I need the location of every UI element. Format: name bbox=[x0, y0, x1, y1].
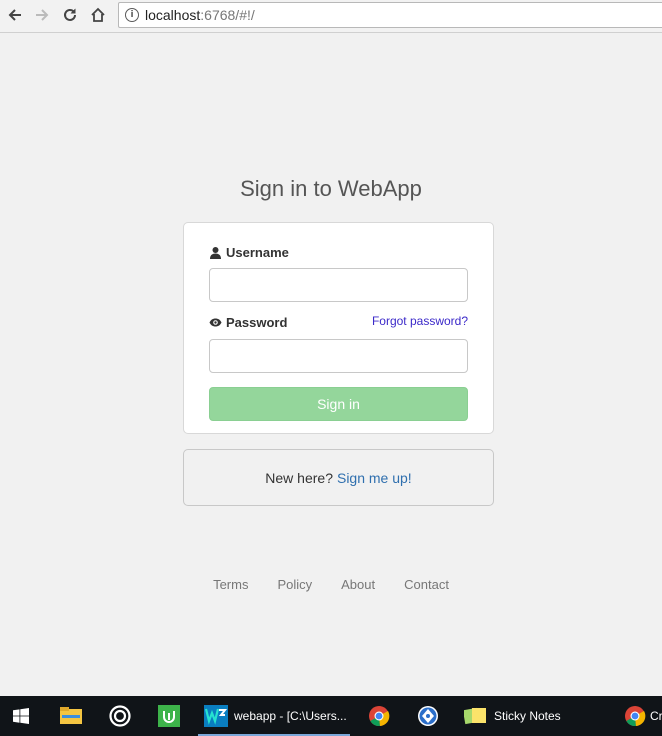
back-arrow-icon bbox=[8, 9, 21, 21]
password-label: Password bbox=[209, 315, 287, 330]
reload-icon bbox=[64, 8, 76, 21]
footer-link-policy[interactable]: Policy bbox=[277, 577, 312, 592]
page-title: Sign in to WebApp bbox=[240, 176, 422, 201]
home-icon bbox=[91, 7, 105, 22]
chrome-icon bbox=[625, 706, 646, 727]
taskbar-chrome-2[interactable]: Cr bbox=[618, 696, 662, 736]
taskbar-chrome[interactable] bbox=[358, 696, 400, 736]
username-label: Username bbox=[209, 245, 289, 260]
file-explorer-icon bbox=[60, 707, 82, 724]
windows-start-icon bbox=[13, 708, 29, 724]
forward-button[interactable] bbox=[31, 4, 53, 26]
address-bar[interactable]: i localhost:6768/#!/ bbox=[118, 2, 662, 28]
eye-icon bbox=[209, 318, 222, 327]
taskbar-network-app[interactable] bbox=[407, 696, 449, 736]
taskbar-file-explorer[interactable] bbox=[50, 696, 92, 736]
chrome-icon bbox=[369, 706, 390, 727]
signin-card: Username Password Forgot password? Sign … bbox=[183, 222, 494, 434]
back-button[interactable] bbox=[4, 4, 26, 26]
forward-arrow-icon bbox=[36, 9, 49, 21]
taskbar-sticky-notes[interactable]: Sticky Notes bbox=[458, 696, 598, 736]
footer-nav: Terms Policy About Contact bbox=[0, 577, 662, 592]
home-button[interactable] bbox=[87, 4, 109, 26]
forgot-password-link[interactable]: Forgot password? bbox=[372, 314, 468, 328]
start-button[interactable] bbox=[0, 696, 42, 736]
footer-link-contact[interactable]: Contact bbox=[404, 577, 449, 592]
taskbar-webstorm-label: webapp - [C:\Users... bbox=[234, 709, 347, 723]
signup-card: New here? Sign me up! bbox=[183, 449, 494, 506]
webstorm-icon bbox=[204, 705, 228, 727]
green-app-icon bbox=[158, 705, 180, 727]
signin-button[interactable]: Sign in bbox=[209, 387, 468, 421]
reload-button[interactable] bbox=[59, 4, 81, 26]
taskbar: webapp - [C:\Users... Sticky Notes Cr bbox=[0, 696, 662, 736]
url-text: localhost:6768/#!/ bbox=[145, 7, 255, 23]
footer-link-terms[interactable]: Terms bbox=[213, 577, 248, 592]
user-icon bbox=[210, 247, 221, 259]
taskbar-target-app[interactable] bbox=[99, 696, 141, 736]
taskbar-chrome-2-label: Cr bbox=[650, 709, 662, 723]
taskbar-green-app[interactable] bbox=[148, 696, 190, 736]
browser-toolbar: i localhost:6768/#!/ bbox=[0, 0, 662, 33]
network-app-icon bbox=[418, 706, 438, 726]
signup-link[interactable]: Sign me up! bbox=[337, 470, 412, 486]
taskbar-sticky-notes-label: Sticky Notes bbox=[494, 709, 561, 723]
username-input[interactable] bbox=[209, 268, 468, 302]
footer-link-about[interactable]: About bbox=[341, 577, 375, 592]
sticky-notes-icon bbox=[464, 707, 486, 725]
taskbar-webstorm[interactable]: webapp - [C:\Users... bbox=[198, 696, 350, 736]
info-icon[interactable]: i bbox=[125, 8, 139, 22]
target-app-icon bbox=[109, 705, 131, 727]
password-input[interactable] bbox=[209, 339, 468, 373]
new-here-text: New here? bbox=[265, 469, 333, 486]
